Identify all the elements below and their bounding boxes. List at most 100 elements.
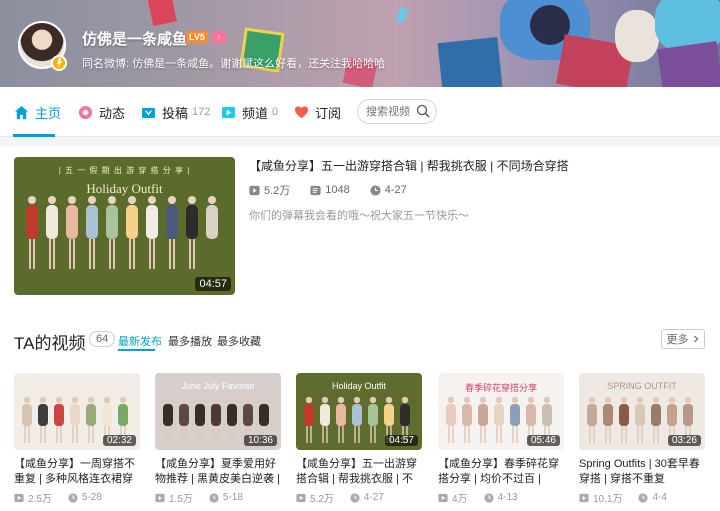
videos-count-badge: 64 <box>89 331 116 347</box>
video-card[interactable]: 02:32 【咸鱼分享】一周穿搭不重复 | 多种风格连衣裙穿搭 | 穿小 2.5… <box>14 373 140 505</box>
play-icon <box>579 493 589 502</box>
duration-label: 03:26 <box>667 435 701 446</box>
video-thumbnail[interactable]: SPRING OUTFIT 03:26 <box>579 373 705 450</box>
tab-channel-count: 0 <box>272 106 279 118</box>
profile-sign[interactable]: 同名微博: 仿佛是一条咸鱼。谢谢赋这么好看，还关注我哈哈哈 <box>82 55 385 71</box>
tab-subscribe[interactable]: 订阅 <box>294 87 341 137</box>
duration-label: 10:36 <box>243 435 277 446</box>
video-meta: 1.5万 5-18 <box>155 490 281 505</box>
sort-most-favorited[interactable]: 最多收藏 <box>217 333 261 349</box>
clock-icon <box>370 184 381 196</box>
sort-most-played[interactable]: 最多播放 <box>168 333 212 349</box>
gift-box-decoration <box>147 0 177 27</box>
play-count-value: 5.2万 <box>310 494 334 505</box>
play-count-value: 5.2万 <box>264 185 291 197</box>
clock-icon <box>638 492 649 503</box>
play-count-value: 4万 <box>452 494 468 505</box>
tab-channel[interactable]: 频道 0 <box>221 87 278 137</box>
tab-home[interactable]: 主页 <box>14 87 61 137</box>
featured-video-title[interactable]: 【咸鱼分享】五一出游穿搭合辑 | 帮我挑衣服 | 不同场合穿搭 <box>249 157 569 174</box>
publish-date: 4-4 <box>638 490 667 505</box>
clock-icon <box>68 492 78 503</box>
video-thumbnail[interactable]: 02:32 <box>14 373 140 450</box>
search-icon[interactable] <box>416 104 430 118</box>
clock-icon <box>209 492 219 503</box>
username: 仿佛是一条咸鱼 <box>82 31 188 48</box>
featured-video-stats: 5.2万 1048 4-27 <box>249 182 427 198</box>
play-icon <box>249 185 260 195</box>
tab-upload-count: 172 <box>192 106 211 118</box>
outfit-figures-illustration <box>26 196 218 269</box>
publish-date-value: 4-13 <box>497 492 518 503</box>
gift-box-decoration <box>437 37 503 87</box>
verified-badge-icon <box>51 55 67 71</box>
play-count-value: 2.5万 <box>28 494 52 505</box>
video-card[interactable]: Holiday Outfit 04:57 【咸鱼分享】五一出游穿搭合辑 | 帮我… <box>296 373 422 505</box>
video-thumbnail[interactable]: June July Favorite 10:36 <box>155 373 281 450</box>
publish-date: 4-27 <box>350 490 384 505</box>
sort-newest[interactable]: 最新发布 <box>118 333 162 349</box>
publish-date: 5-28 <box>68 490 102 505</box>
publish-date: 4-13 <box>483 490 518 505</box>
video-card[interactable]: SPRING OUTFIT 03:26 Spring Outfits | 30套… <box>579 373 705 505</box>
video-title[interactable]: 【咸鱼分享】五一出游穿搭合辑 | 帮我挑衣服 | 不同场合穿 <box>296 457 422 487</box>
heart-icon <box>294 105 309 118</box>
duration-label: 04:57 <box>195 277 231 291</box>
play-icon <box>14 493 24 502</box>
tab-subscribe-label: 订阅 <box>315 105 342 121</box>
video-title[interactable]: 【咸鱼分享】夏季爱用好物推荐 | 黑黄皮美白逆袭 | 最后有 <box>155 457 281 487</box>
duration-label: 04:57 <box>384 435 418 446</box>
clock-icon <box>350 492 360 503</box>
play-count: 1.5万 <box>155 490 193 505</box>
video-title[interactable]: Spring Outfits | 30套早春穿搭 | 穿搭不重复 <box>579 457 705 487</box>
video-meta: 4万 4-13 <box>438 490 564 505</box>
play-count: 4万 <box>438 490 468 505</box>
danmaku-icon <box>310 185 321 195</box>
active-sort-indicator <box>118 349 155 351</box>
profile-banner: 仿佛是一条咸鱼 LV5 ♀ 同名微博: 仿佛是一条咸鱼。谢谢赋这么好看，还关注我… <box>0 0 720 87</box>
featured-video-description: 你们的弹幕我会看的哦～祝大家五一节快乐～ <box>249 210 469 222</box>
play-count: 10.1万 <box>579 490 622 505</box>
play-icon <box>296 493 306 502</box>
section-divider <box>0 137 720 147</box>
video-card[interactable]: June July Favorite 10:36 【咸鱼分享】夏季爱用好物推荐 … <box>155 373 281 505</box>
tab-activity[interactable]: 动态 <box>78 87 125 137</box>
video-thumbnail[interactable]: 春季碎花穿搭分享 05:46 <box>438 373 564 450</box>
home-icon <box>14 105 29 119</box>
tab-home-label: 主页 <box>35 105 62 121</box>
video-card[interactable]: 春季碎花穿搭分享 05:46 【咸鱼分享】春季碎花穿搭分享 | 均价不过百 | … <box>438 373 564 505</box>
video-meta: 5.2万 4-27 <box>296 490 422 505</box>
level-badge: LV5 <box>186 31 208 43</box>
publish-date-value: 5-28 <box>81 492 102 503</box>
videos-section-title: TA的视频 <box>14 334 86 353</box>
play-count-value: 1.5万 <box>169 494 193 505</box>
play-count: 2.5万 <box>14 490 52 505</box>
danmaku-count: 1048 <box>310 182 350 198</box>
chevron-right-icon <box>693 335 698 343</box>
play-icon <box>155 493 165 502</box>
video-meta: 10.1万 4-4 <box>579 490 705 505</box>
publish-date-value: 5-18 <box>222 492 243 503</box>
confetti-decoration <box>395 7 409 23</box>
video-thumbnail[interactable]: Holiday Outfit 04:57 <box>296 373 422 450</box>
tab-channel-label: 频道 <box>242 105 269 121</box>
duration-label: 05:46 <box>526 435 560 446</box>
gift-box-decoration <box>657 41 720 87</box>
featured-video-thumbnail[interactable]: | 五 一 假 期 出 游 穿 搭 分 享 | Holiday Outfit 0… <box>14 157 235 295</box>
play-icon <box>438 493 448 502</box>
video-title[interactable]: 【咸鱼分享】春季碎花穿搭分享 | 均价不过百 | zara H&M快 <box>438 457 564 487</box>
publish-date-value: 4-27 <box>384 184 407 196</box>
channel-icon <box>221 106 236 118</box>
video-search[interactable] <box>357 99 437 124</box>
play-count: 5.2万 <box>296 490 334 505</box>
duration-label: 02:32 <box>102 435 136 446</box>
tab-upload[interactable]: 投稿 172 <box>141 87 210 137</box>
video-meta: 2.5万 5-28 <box>14 490 140 505</box>
video-title[interactable]: 【咸鱼分享】一周穿搭不重复 | 多种风格连衣裙穿搭 | 穿小 <box>14 457 140 487</box>
tab-activity-label: 动态 <box>99 105 126 121</box>
danmaku-count-value: 1048 <box>325 184 350 196</box>
plush-decoration <box>615 10 659 62</box>
activity-icon <box>78 105 93 119</box>
play-count-value: 10.1万 <box>593 494 623 505</box>
more-videos-button[interactable]: 更多 <box>661 329 705 349</box>
